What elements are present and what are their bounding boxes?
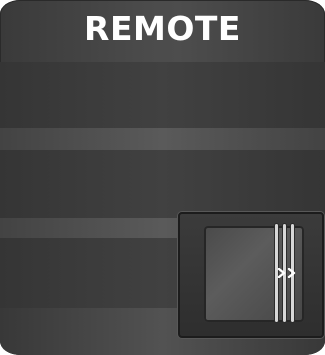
remote-screen-icon xyxy=(178,212,324,338)
chevron-right-icon xyxy=(277,268,286,278)
page-title: REMOTE STARTER xyxy=(79,9,246,98)
band-3 xyxy=(0,150,325,218)
remote-starter-card[interactable]: REMOTE STARTER xyxy=(0,0,325,355)
chevron-right-icon xyxy=(287,268,296,278)
band-2 xyxy=(0,128,325,150)
band-1 xyxy=(0,62,325,128)
